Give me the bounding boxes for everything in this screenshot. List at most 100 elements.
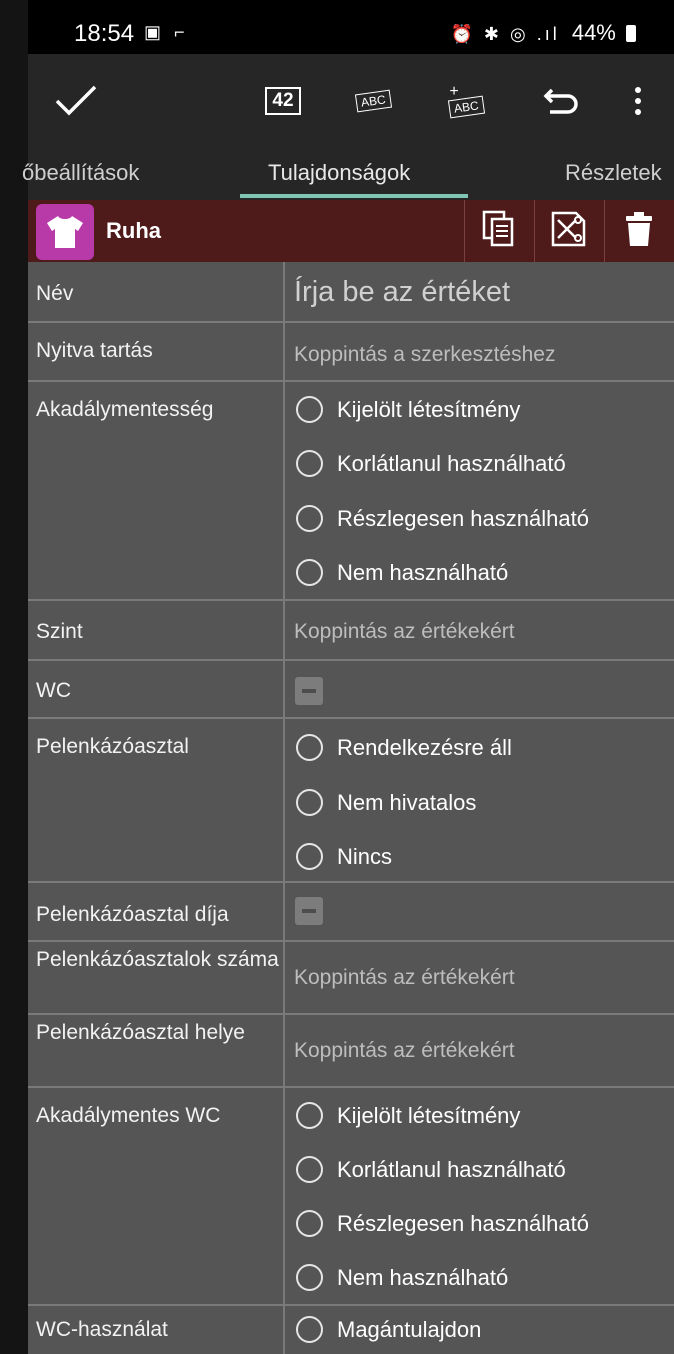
cut-button[interactable] [534, 200, 603, 262]
row-label: Pelenkázóasztalok száma [28, 942, 285, 1013]
radio-circle-icon [296, 789, 323, 816]
abc-icon: ABC [354, 89, 392, 113]
status-bar: 18:54 ▣ ⌐ ⏰ ✱ ◎ .ıl 44% [28, 0, 674, 54]
accessible-wc-options: Kijelölt létesítmény Korlátlanul használ… [285, 1088, 674, 1304]
shirt-icon[interactable] [36, 204, 94, 260]
radio-label: Magántulajdon [337, 1316, 482, 1342]
radio-circle-icon [296, 450, 323, 477]
table-row: Nyitva tartás Koppintás a szerkesztéshez [28, 321, 674, 380]
status-time: 18:54 [74, 20, 135, 47]
category-header: Ruha [28, 200, 674, 262]
changing-table-fee-field [285, 883, 674, 940]
name-input[interactable]: Írja be az értéket [285, 262, 674, 321]
radio-circle-icon [296, 734, 323, 761]
delete-button[interactable] [604, 200, 673, 262]
radio-option[interactable]: Nem hivatalos [296, 789, 476, 816]
add-abc-button[interactable]: + ABC [438, 54, 494, 148]
radio-circle-icon [296, 505, 323, 532]
tab-settings[interactable]: őbeállítások [22, 160, 139, 186]
row-label: Pelenkázóasztal díja [28, 883, 285, 940]
changing-table-location-field[interactable]: Koppintás az értékekért [285, 1015, 674, 1086]
properties-table: Név Írja be az értéket Nyitva tartás Kop… [28, 262, 674, 1354]
radio-label: Nem használható [337, 1264, 509, 1290]
row-label: Akadálymentesség [28, 382, 285, 599]
status-right: ⏰ ✱ ◎ .ıl 44% [450, 20, 636, 46]
level-hint: Koppintás az értékekért [294, 620, 515, 643]
radio-option[interactable]: Kijelölt létesítmény [296, 396, 520, 423]
changing-table-fee-checkbox[interactable] [295, 897, 323, 925]
radio-circle-icon [296, 1316, 323, 1343]
notification-icons: ▣ ⌐ [144, 22, 189, 42]
changing-table-location-hint: Koppintás az értékekért [294, 1039, 515, 1062]
table-row: Név Írja be az értéket [28, 262, 674, 321]
more-options-icon[interactable] [618, 54, 658, 148]
accessibility-options: Kijelölt létesítmény Korlátlanul használ… [285, 382, 674, 599]
table-row: Szint Koppintás az értékekért [28, 599, 674, 659]
radio-label: Részlegesen használható [337, 505, 589, 531]
table-row: Pelenkázóasztalok száma Koppintás az ért… [28, 940, 674, 1013]
battery-percent: 44% [571, 20, 616, 45]
radio-label: Részlegesen használható [337, 1210, 589, 1236]
radio-circle-icon [296, 1264, 323, 1291]
row-label: Név [28, 262, 285, 321]
wc-field [285, 661, 674, 717]
active-tab-indicator [240, 194, 468, 198]
row-label: Szint [28, 601, 285, 659]
row-label: WC [28, 661, 285, 717]
abc-plus-icon: ABC [447, 95, 485, 119]
battery-icon [626, 25, 636, 42]
changing-table-count-field[interactable]: Koppintás az értékekért [285, 942, 674, 1013]
radio-option[interactable]: Magántulajdon [296, 1316, 481, 1343]
row-label: Akadálymentes WC [28, 1088, 285, 1304]
radio-label: Korlátlanul használható [337, 1156, 566, 1182]
wc-usage-options: Magántulajdon [285, 1306, 674, 1354]
wc-checkbox[interactable] [295, 677, 323, 705]
tab-properties[interactable]: Tulajdonságok [268, 160, 410, 186]
radio-option[interactable]: Részlegesen használható [296, 505, 589, 532]
status-icons: ⏰ ✱ ◎ .ıl [450, 24, 560, 44]
opening-hours-field[interactable]: Koppintás a szerkesztéshez [285, 323, 674, 380]
row-label: Nyitva tartás [28, 323, 285, 380]
radio-option[interactable]: Rendelkezésre áll [296, 734, 512, 761]
copy-icon [482, 210, 516, 253]
tab-details[interactable]: Részletek [565, 160, 662, 186]
radio-circle-icon [296, 1210, 323, 1237]
toolbar: 42 ABC + ABC [28, 54, 674, 148]
table-row: Pelenkázóasztal Rendelkezésre áll Nem hi… [28, 717, 674, 881]
radio-label: Rendelkezésre áll [337, 734, 512, 760]
radio-label: Nincs [337, 843, 393, 869]
copy-button[interactable] [464, 200, 533, 262]
radio-circle-icon [296, 1156, 323, 1183]
tab-bar: őbeállítások Tulajdonságok Részletek [22, 148, 674, 200]
radio-option[interactable]: Nem használható [296, 1264, 508, 1291]
radio-label: Nem használható [337, 559, 509, 585]
changing-table-options: Rendelkezésre áll Nem hivatalos Nincs [285, 719, 674, 881]
confirm-check-icon[interactable] [48, 54, 104, 148]
radio-option[interactable]: Nincs [296, 843, 392, 870]
radio-option[interactable]: Kijelölt létesítmény [296, 1102, 520, 1129]
radio-circle-icon [296, 843, 323, 870]
radio-option[interactable]: Nem használható [296, 559, 508, 586]
radio-option[interactable]: Részlegesen használható [296, 1210, 589, 1237]
changing-table-count-hint: Koppintás az értékekért [294, 966, 515, 989]
table-row: Pelenkázóasztal díja [28, 881, 674, 940]
tag-count-button[interactable]: 42 [258, 54, 308, 148]
undo-icon[interactable] [538, 54, 584, 148]
scissors-icon [550, 210, 588, 253]
name-placeholder: Írja be az értéket [294, 276, 510, 308]
radio-label: Kijelölt létesítmény [337, 396, 521, 422]
row-label: WC-használat [28, 1306, 285, 1354]
plus-icon: + [449, 83, 459, 100]
radio-option[interactable]: Korlátlanul használható [296, 1156, 566, 1183]
radio-circle-icon [296, 559, 323, 586]
radio-label: Korlátlanul használható [337, 450, 566, 476]
tag-count: 42 [265, 87, 301, 115]
table-row: Pelenkázóasztal helye Koppintás az érték… [28, 1013, 674, 1086]
radio-option[interactable]: Korlátlanul használható [296, 450, 566, 477]
abc-text-button[interactable]: ABC [346, 54, 400, 148]
level-field[interactable]: Koppintás az értékekért [285, 601, 674, 659]
table-row: WC-használat Magántulajdon [28, 1304, 674, 1354]
table-row: Akadálymentesség Kijelölt létesítmény Ko… [28, 380, 674, 599]
trash-icon [625, 211, 653, 252]
category-name: Ruha [106, 218, 161, 243]
